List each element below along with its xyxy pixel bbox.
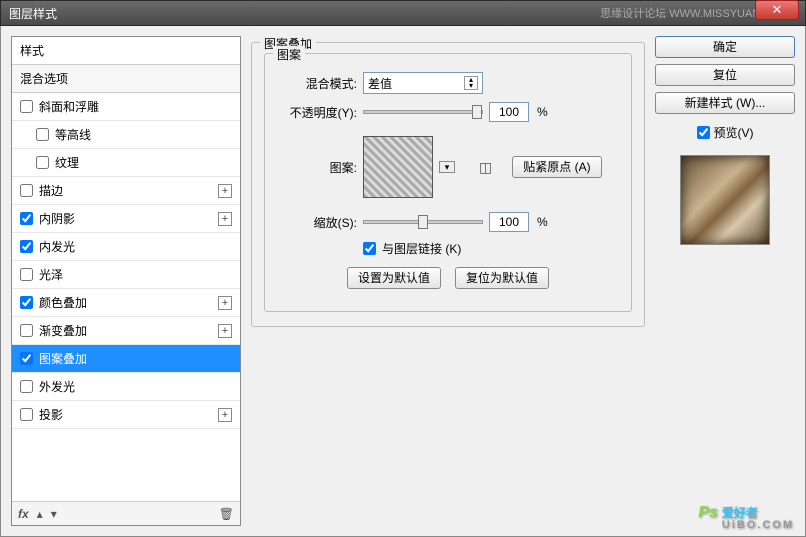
preview-label: 预览(V) <box>714 124 754 141</box>
style-item[interactable]: 颜色叠加+ <box>12 289 240 317</box>
style-item[interactable]: 投影+ <box>12 401 240 429</box>
style-item[interactable]: 图案叠加 <box>12 345 240 373</box>
style-label: 斜面和浮雕 <box>39 98 232 115</box>
opacity-slider[interactable] <box>363 110 483 114</box>
style-item[interactable]: 光泽 <box>12 261 240 289</box>
style-checkbox[interactable] <box>36 156 49 169</box>
style-label: 描边 <box>39 182 218 199</box>
add-effect-icon[interactable]: + <box>218 296 232 310</box>
slider-thumb[interactable] <box>472 105 482 119</box>
add-effect-icon[interactable]: + <box>218 184 232 198</box>
actions-column: 确定 复位 新建样式 (W)... 预览(V) <box>655 36 795 526</box>
style-item[interactable]: 等高线 <box>12 121 240 149</box>
link-layer-checkbox[interactable] <box>363 242 376 255</box>
style-label: 内阴影 <box>39 210 218 227</box>
preview-swatch <box>680 155 770 245</box>
title-bar: 图层样式 思缘设计论坛 WWW.MISSYUAN.COM ✕ <box>0 0 806 26</box>
new-preset-icon[interactable]: ◫ <box>479 159 492 176</box>
style-label: 渐变叠加 <box>39 322 218 339</box>
style-label: 等高线 <box>55 126 232 143</box>
watermark-main: 爱好者 <box>722 506 758 520</box>
style-checkbox[interactable] <box>20 268 33 281</box>
opacity-label: 不透明度(Y): <box>277 104 357 121</box>
style-item[interactable]: 斜面和浮雕 <box>12 93 240 121</box>
inner-group-title: 图案 <box>273 46 305 63</box>
fx-icon[interactable]: fx <box>18 507 29 521</box>
style-checkbox[interactable] <box>20 100 33 113</box>
snap-origin-button[interactable]: 贴紧原点 (A) <box>512 156 601 178</box>
style-checkbox[interactable] <box>20 324 33 337</box>
blend-mode-select[interactable]: 差值 ▴▾ <box>363 72 483 94</box>
list-spacer <box>12 429 240 501</box>
styles-column: 样式 混合选项 斜面和浮雕等高线纹理描边+内阴影+内发光光泽颜色叠加+渐变叠加+… <box>11 36 241 526</box>
style-checkbox[interactable] <box>20 212 33 225</box>
style-label: 颜色叠加 <box>39 294 218 311</box>
styles-header[interactable]: 样式 <box>12 37 240 65</box>
list-footer: fx ▴ ▾ 🗑 <box>12 501 240 525</box>
opacity-unit: % <box>537 105 548 119</box>
style-label: 图案叠加 <box>39 350 232 367</box>
style-checkbox[interactable] <box>20 408 33 421</box>
blend-mode-label: 混合模式: <box>277 75 357 92</box>
styles-list: 样式 混合选项 斜面和浮雕等高线纹理描边+内阴影+内发光光泽颜色叠加+渐变叠加+… <box>11 36 241 526</box>
pattern-dropdown-icon[interactable]: ▾ <box>439 161 455 173</box>
style-item[interactable]: 外发光 <box>12 373 240 401</box>
pattern-thumbnail[interactable] <box>363 136 433 198</box>
ok-button[interactable]: 确定 <box>655 36 795 58</box>
scale-slider[interactable] <box>363 220 483 224</box>
opacity-input[interactable]: 100 <box>489 102 529 122</box>
style-checkbox[interactable] <box>20 184 33 197</box>
style-label: 光泽 <box>39 266 232 283</box>
link-layer-label: 与图层链接 (K) <box>382 240 461 257</box>
chevron-updown-icon: ▴▾ <box>464 76 478 90</box>
style-checkbox[interactable] <box>20 380 33 393</box>
scale-unit: % <box>537 215 548 229</box>
style-checkbox[interactable] <box>36 128 49 141</box>
add-effect-icon[interactable]: + <box>218 324 232 338</box>
new-style-button[interactable]: 新建样式 (W)... <box>655 92 795 114</box>
watermark-ps: Ps <box>698 504 718 522</box>
up-icon[interactable]: ▴ <box>37 507 43 521</box>
pattern-group: 图案 混合模式: 差值 ▴▾ 不透明度(Y): 100 % 图案: <box>264 53 632 312</box>
add-effect-icon[interactable]: + <box>218 212 232 226</box>
style-checkbox[interactable] <box>20 240 33 253</box>
watermark-sub: UiBO.COM <box>722 519 794 531</box>
down-icon[interactable]: ▾ <box>51 507 57 521</box>
style-checkbox[interactable] <box>20 352 33 365</box>
slider-thumb[interactable] <box>418 215 428 229</box>
style-item[interactable]: 纹理 <box>12 149 240 177</box>
close-button[interactable]: ✕ <box>755 0 799 20</box>
scale-input[interactable]: 100 <box>489 212 529 232</box>
pattern-label: 图案: <box>277 159 357 176</box>
dialog-body: 样式 混合选项 斜面和浮雕等高线纹理描边+内阴影+内发光光泽颜色叠加+渐变叠加+… <box>0 26 806 537</box>
style-item[interactable]: 渐变叠加+ <box>12 317 240 345</box>
blending-options[interactable]: 混合选项 <box>12 65 240 93</box>
style-item[interactable]: 描边+ <box>12 177 240 205</box>
preview-checkbox[interactable] <box>697 126 710 139</box>
settings-column: 图案叠加 图案 混合模式: 差值 ▴▾ 不透明度(Y): 100 % <box>251 36 645 526</box>
set-default-button[interactable]: 设置为默认值 <box>347 267 441 289</box>
style-checkbox[interactable] <box>20 296 33 309</box>
style-label: 纹理 <box>55 154 232 171</box>
pattern-overlay-group: 图案叠加 图案 混合模式: 差值 ▴▾ 不透明度(Y): 100 % <box>251 42 645 327</box>
watermark: Ps 爱好者 UiBO.COM <box>698 504 794 531</box>
style-label: 外发光 <box>39 378 232 395</box>
style-item[interactable]: 内阴影+ <box>12 205 240 233</box>
trash-icon[interactable]: 🗑 <box>219 507 234 521</box>
style-label: 投影 <box>39 406 218 423</box>
scale-label: 缩放(S): <box>277 214 357 231</box>
style-label: 内发光 <box>39 238 232 255</box>
add-effect-icon[interactable]: + <box>218 408 232 422</box>
reset-button[interactable]: 复位 <box>655 64 795 86</box>
style-item[interactable]: 内发光 <box>12 233 240 261</box>
reset-default-button[interactable]: 复位为默认值 <box>455 267 549 289</box>
blend-mode-value: 差值 <box>368 75 392 92</box>
window-title: 图层样式 <box>9 5 600 22</box>
